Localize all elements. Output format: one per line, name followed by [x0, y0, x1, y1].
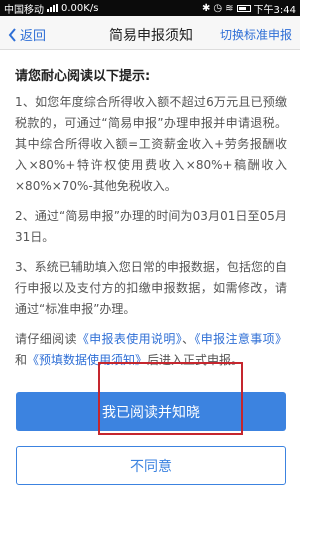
- battery-icon: [236, 4, 251, 12]
- back-button[interactable]: 返回: [8, 25, 46, 44]
- carrier-label: 中国移动: [4, 4, 44, 16]
- page-title: 简易申报须知: [109, 28, 193, 44]
- notice-item-2: 2、通过“简易申报”办理的时间为03月01日至05月31日。: [15, 209, 287, 244]
- signal-icon: [47, 4, 58, 12]
- notice-item-3: 3、系统已辅助填入您日常的申报数据，包括您的自行申报以及支付方的扣缴申报数据，如…: [15, 260, 287, 316]
- wifi-icon: ≋: [225, 2, 234, 14]
- link-prefill-notes[interactable]: 《预填数据使用须知》: [27, 353, 147, 367]
- back-label: 返回: [20, 29, 47, 44]
- bluetooth-icon: ✱: [202, 2, 211, 14]
- status-bar: 中国移动 0.00K/s ✱ ◷ ≋ 下午3:44: [0, 0, 300, 16]
- link-form-instructions[interactable]: 《申报表使用说明》: [77, 332, 182, 346]
- read-suffix: 后进入正式申报。: [147, 353, 244, 367]
- chevron-left-icon: [8, 27, 16, 42]
- status-left: 中国移动 0.00K/s: [4, 1, 98, 16]
- notice-content: 请您耐心阅读以下提示: 1、如您年度综合所得收入额不超过6万元且已预缴税款的，可…: [15, 66, 287, 380]
- switch-standard-button[interactable]: 切换标准申报: [220, 26, 292, 43]
- clock: 下午3:44: [253, 4, 296, 16]
- notice-heading: 请您耐心阅读以下提示:: [15, 69, 151, 84]
- separator: 、: [182, 332, 195, 346]
- read-prefix: 请仔细阅读: [15, 332, 77, 346]
- alarm-icon: ◷: [213, 2, 223, 14]
- status-right: ✱ ◷ ≋ 下午3:44: [202, 1, 296, 16]
- disagree-button[interactable]: 不同意: [16, 446, 286, 485]
- and-text: 和: [15, 353, 28, 367]
- nav-bar: 返回 简易申报须知 切换标准申报: [0, 16, 300, 50]
- notice-item-1: 1、如您年度综合所得收入额不超过6万元且已预缴税款的，可通过“简易申报”办理申报…: [15, 95, 287, 193]
- confirm-read-button[interactable]: 我已阅读并知晓: [16, 392, 286, 431]
- network-speed: 0.00K/s: [61, 2, 99, 14]
- read-notice: 请仔细阅读《申报表使用说明》、《申报注意事项》和《预填数据使用须知》后进入正式申…: [15, 329, 287, 371]
- link-filing-notes[interactable]: 《申报注意事项》: [194, 332, 287, 346]
